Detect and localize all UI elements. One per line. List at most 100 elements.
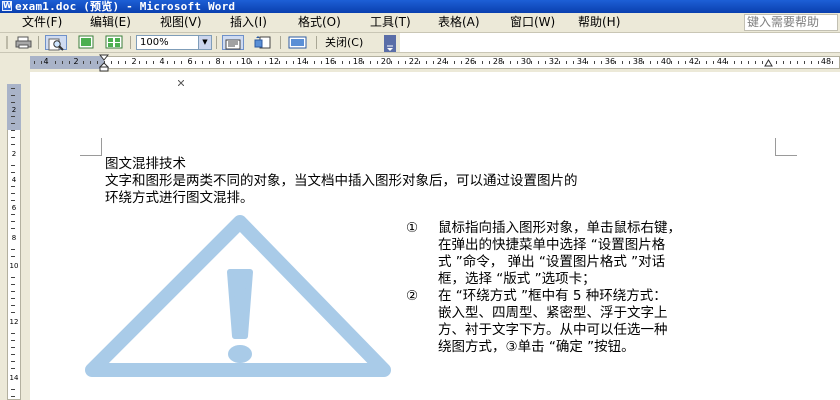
close-preview-button[interactable]: 关闭(C) (322, 35, 366, 50)
vertical-ruler-number: 12 (9, 318, 19, 326)
ruler-tick (111, 61, 112, 64)
vertical-ruler[interactable]: 2 2 4 6 8 10 12 14 (0, 72, 30, 400)
magnifier-icon (48, 38, 64, 51)
ruler-tick (811, 61, 812, 64)
menu-edit[interactable]: 编辑(E) (90, 13, 131, 32)
vertical-ruler-tick (11, 214, 15, 215)
ruler-tick (601, 61, 602, 64)
vertical-ruler-tick (11, 186, 15, 187)
one-page-icon (78, 35, 94, 49)
list-line: 嵌入型、四周型、紧密型、浮于文字上 (438, 305, 668, 321)
vertical-ruler-tick (11, 305, 15, 306)
ruler-tick (566, 61, 567, 64)
chevron-down-icon[interactable]: ▼ (198, 36, 211, 49)
ruler-tick (531, 61, 532, 64)
toolbar-options-button[interactable] (384, 35, 396, 52)
menu-insert[interactable]: 插入(I) (230, 13, 267, 32)
right-indent-marker-icon[interactable] (764, 58, 773, 67)
ruler-number: 12 (268, 57, 280, 66)
vertical-ruler-number: 10 (9, 262, 19, 270)
magnifier-button[interactable] (45, 35, 67, 51)
ruler-number: 14 (296, 57, 308, 66)
ruler-tick (265, 61, 266, 64)
ruler-tick (62, 61, 63, 64)
multi-page-icon (105, 35, 123, 49)
ruler-tick (118, 61, 119, 64)
menu-bar: 文件(F) 编辑(E) 视图(V) 插入(I) 格式(O) 工具(T) 表格(A… (0, 13, 840, 33)
ruler-tick (419, 61, 420, 64)
ruler-tick (643, 61, 644, 64)
print-button[interactable] (14, 35, 34, 50)
vertical-ruler-tick (11, 291, 15, 292)
ruler-tick (349, 61, 350, 64)
ruler-tick (391, 61, 392, 64)
vertical-ruler-tick (11, 172, 15, 173)
vertical-ruler-tick (11, 298, 15, 299)
toolbar-empty-area (400, 33, 840, 52)
ruler-tick (286, 61, 287, 64)
ruler-number: 10 (240, 57, 252, 66)
ruler-tick (489, 61, 490, 64)
zoom-select[interactable]: 100% ▼ (136, 35, 212, 50)
ruler-tick (776, 61, 777, 64)
vertical-ruler-tick (11, 221, 15, 222)
ruler-toggle-button[interactable] (222, 35, 244, 50)
menu-format[interactable]: 格式(O) (298, 13, 341, 32)
ruler-tick (314, 61, 315, 64)
multi-page-button[interactable] (104, 35, 124, 50)
vertical-ruler-tick (11, 312, 15, 313)
vertical-ruler-tick (11, 228, 15, 229)
ruler-tick (748, 61, 749, 64)
menu-file[interactable]: 文件(F) (22, 13, 62, 32)
ruler-tick (622, 61, 623, 64)
vertical-ruler-tick (11, 88, 15, 89)
ruler-number: 48 (820, 57, 832, 66)
ruler-tick (433, 61, 434, 64)
menu-help[interactable]: 帮助(H) (578, 13, 620, 32)
ruler-number: 30 (520, 57, 532, 66)
ruler-tick (167, 61, 168, 64)
vertical-ruler-tick (11, 361, 15, 362)
menu-table[interactable]: 表格(A) (438, 13, 480, 32)
ruler-tick (181, 61, 182, 64)
ruler-tick (398, 61, 399, 64)
document-page[interactable]: 图文混排技术 文字和图形是两类不同的对象，当文档中插入图形对象后，可以通过设置图… (30, 72, 840, 400)
ruler-tick (426, 61, 427, 64)
shrink-to-fit-button[interactable] (252, 35, 274, 50)
menu-view[interactable]: 视图(V) (160, 13, 202, 32)
ruler-tick (125, 61, 126, 64)
ruler-tick (545, 61, 546, 64)
vertical-ruler-tick (11, 284, 15, 285)
list-line: 绕图方式，③单击 “确定 ”按钮。 (438, 339, 635, 355)
menu-window[interactable]: 窗口(W) (510, 13, 555, 32)
ruler-tick (783, 61, 784, 64)
toolbar-separator (216, 36, 217, 49)
ruler-tick (482, 61, 483, 64)
help-search-input[interactable]: 键入需要帮助 (744, 14, 838, 31)
ruler-tick (41, 61, 42, 64)
ruler-number: 4 (43, 57, 49, 66)
ruler-tick (83, 61, 84, 64)
vertical-ruler-tick (11, 123, 15, 124)
toolbar-separator (280, 36, 281, 49)
toolbar-grip[interactable] (6, 36, 8, 49)
word-app-icon[interactable]: W (2, 1, 12, 11)
ruler-tick (832, 61, 833, 64)
chevron-down-icon (387, 45, 393, 51)
ruler-number: 40 (660, 57, 672, 66)
warning-triangle-icon (85, 215, 391, 377)
ruler-tick (678, 61, 679, 64)
paragraph-line: 文字和图形是两类不同的对象，当文档中插入图形对象后，可以通过设置图片的 (105, 173, 578, 189)
zoom-value: 100% (140, 37, 169, 48)
horizontal-ruler[interactable]: 4 2 2 4 6 8 10 12 14 16 18 20 22 24 26 28 30 32 34 36 38 40 42… (0, 52, 840, 72)
full-screen-icon (288, 36, 307, 49)
ruler-tick (629, 61, 630, 64)
one-page-button[interactable] (76, 35, 96, 50)
menu-tools[interactable]: 工具(T) (370, 13, 411, 32)
ruler-tick (762, 61, 763, 64)
ruler-tick (321, 61, 322, 64)
full-screen-button[interactable] (287, 35, 309, 50)
indent-marker-icon[interactable] (99, 54, 109, 72)
vertical-ruler-tick (11, 389, 15, 390)
ruler-tick (55, 61, 56, 64)
